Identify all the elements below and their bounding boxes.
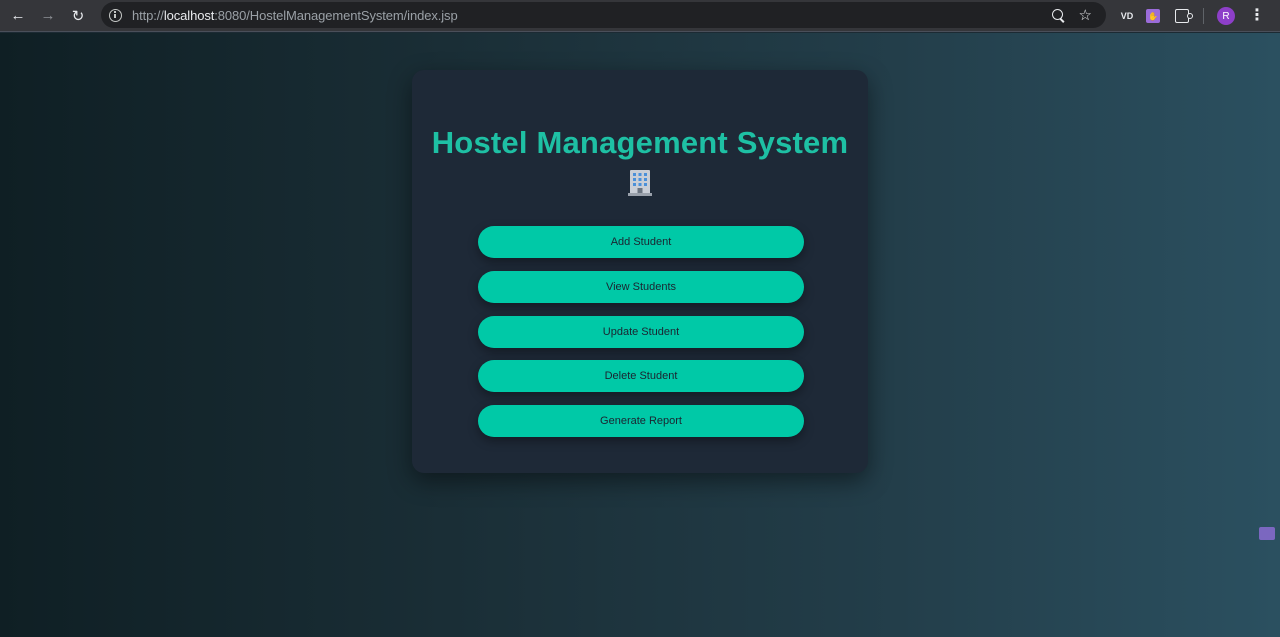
puzzle-icon[interactable] xyxy=(1175,9,1193,23)
extension-vd-icon[interactable]: VD xyxy=(1116,7,1138,25)
info-icon[interactable] xyxy=(109,8,122,22)
building-icon xyxy=(628,170,652,196)
toolbar-divider xyxy=(1203,8,1204,24)
floating-extension-icon[interactable] xyxy=(1259,527,1275,540)
back-arrow-icon[interactable]: ← xyxy=(3,3,33,29)
profile-avatar[interactable]: R xyxy=(1217,7,1235,25)
page-background: Hostel Management System Add Student Vie… xyxy=(0,33,1280,637)
bookmark-star-icon[interactable]: ☆ xyxy=(1079,8,1092,23)
delete-student-button[interactable]: Delete Student xyxy=(478,360,804,392)
reload-icon[interactable]: ↻ xyxy=(63,3,93,29)
kebab-menu-icon[interactable]: ⋮ xyxy=(1249,8,1265,24)
url-prefix: http:// xyxy=(132,7,164,23)
address-bar[interactable]: http://localhost:8080/HostelManagementSy… xyxy=(101,2,1106,28)
url-path: :8080/HostelManagementSystem/index.jsp xyxy=(214,7,458,23)
menu-card: Hostel Management System Add Student Vie… xyxy=(412,70,868,473)
url-host: localhost xyxy=(163,7,215,23)
add-student-button[interactable]: Add Student xyxy=(478,226,804,258)
url-text[interactable]: http://localhost:8080/HostelManagementSy… xyxy=(132,8,458,23)
generate-report-button[interactable]: Generate Report xyxy=(478,405,804,437)
page-title: Hostel Management System xyxy=(431,125,849,160)
browser-toolbar: ← → ↻ http://localhost:8080/HostelManage… xyxy=(0,0,1280,32)
update-student-button[interactable]: Update Student xyxy=(478,316,804,348)
extension-purple-icon[interactable]: ✋ xyxy=(1146,9,1160,23)
zoom-icon[interactable] xyxy=(1051,8,1065,22)
forward-arrow-icon[interactable]: → xyxy=(33,3,63,29)
view-students-button[interactable]: View Students xyxy=(478,271,804,303)
